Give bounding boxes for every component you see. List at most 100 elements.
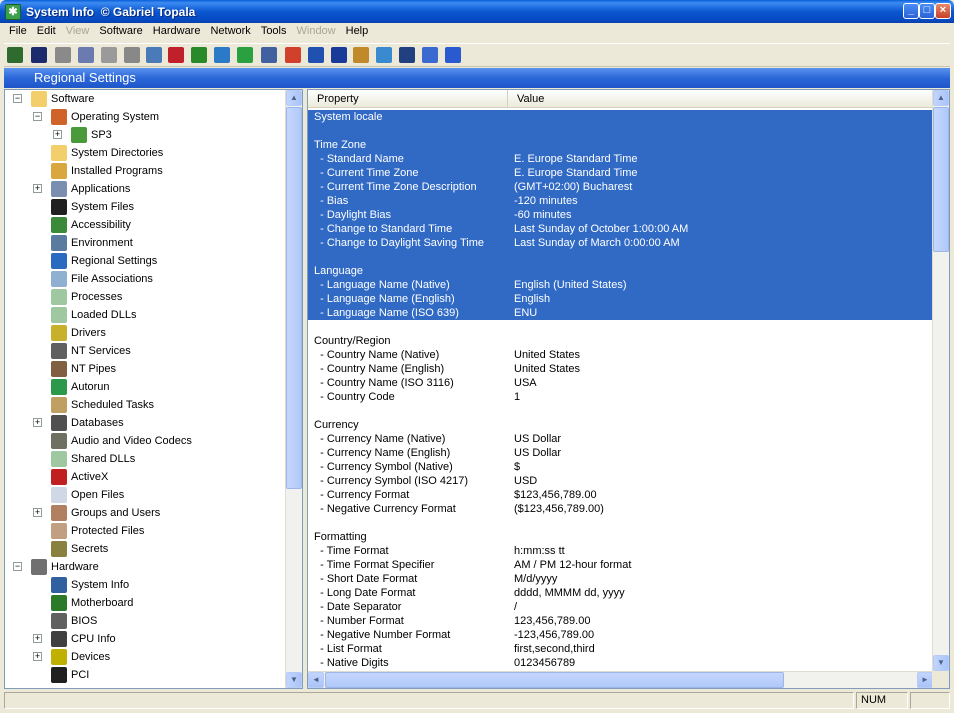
table-row[interactable]: - Current Time Zone E. Europe Standard Ti… [308,166,933,180]
copy-icon[interactable] [78,47,94,63]
minimize-button[interactable]: _ [903,3,919,19]
table-row[interactable]: - List Format first,second,third [308,642,933,656]
expand-icon[interactable]: + [33,634,42,643]
table-row[interactable]: - Current Time Zone Description (GMT+02:0… [308,180,933,194]
globe-icon[interactable] [214,47,230,63]
report-icon[interactable] [146,47,162,63]
table-row[interactable]: - Currency Symbol (ISO 4217) USD [308,474,933,488]
expand-icon[interactable]: + [33,418,42,427]
key-icon[interactable] [422,47,438,63]
tree-item-processes[interactable]: Processes [5,288,285,306]
tree-item-cpu-info[interactable]: + CPU Info [5,630,285,648]
table-row[interactable]: - Bias -120 minutes [308,194,933,208]
collapse-icon[interactable]: − [13,94,22,103]
tree-item-system-files[interactable]: System Files [5,198,285,216]
table-row[interactable]: - Country Code 1 [308,390,933,404]
table-row[interactable]: - Date Separator / [308,600,933,614]
camera-icon[interactable] [399,47,415,63]
shield-icon[interactable] [331,47,347,63]
table-row[interactable]: - Negative Currency Format ($123,456,789.… [308,502,933,516]
menu-window[interactable]: Window [292,23,341,39]
tree-item-activex[interactable]: ActiveX [5,468,285,486]
tree-item-sp3[interactable]: + SP3 [5,126,285,144]
expand-icon[interactable]: + [33,652,42,661]
table-row[interactable]: - Currency Format $123,456,789.00 [308,488,933,502]
scroll-thumb[interactable] [286,107,302,489]
tree-item-shared-dlls[interactable]: Shared DLLs [5,450,285,468]
tree-item-operating-system[interactable]: − Operating System [5,108,285,126]
network-icon[interactable] [308,47,324,63]
tree-item-nt-services[interactable]: NT Services [5,342,285,360]
table-row[interactable] [308,250,933,264]
table-row[interactable] [308,124,933,138]
tree-item-databases[interactable]: + Databases [5,414,285,432]
table-row[interactable]: - Currency Name (English) US Dollar [308,446,933,460]
tree-item-environment[interactable]: Environment [5,234,285,252]
title-bar[interactable]: ✱ System Info © Gabriel Topala _ □ × [0,0,954,23]
table-row[interactable]: - Native Digits 0123456789 [308,656,933,670]
table-row[interactable]: - Number Format 123,456,789.00 [308,614,933,628]
tree-item-groups-and-users[interactable]: + Groups and Users [5,504,285,522]
table-row[interactable]: - Long Date Format dddd, MMMM dd, yyyy [308,586,933,600]
tree-item-protected-files[interactable]: Protected Files [5,522,285,540]
menu-view[interactable]: View [61,23,95,39]
list-vertical-scrollbar[interactable]: ▲ ▼ [932,90,949,671]
table-row[interactable]: Country/Region [308,334,933,348]
tree-item-loaded-dlls[interactable]: Loaded DLLs [5,306,285,324]
tree-item-system-directories[interactable]: System Directories [5,144,285,162]
table-row[interactable]: - Currency Name (Native) US Dollar [308,432,933,446]
column-value[interactable]: Value [508,90,933,108]
remove-icon[interactable] [285,47,301,63]
stop-icon[interactable] [124,47,140,63]
table-row[interactable]: - Language Name (English) English [308,292,933,306]
tree-item-applications[interactable]: + Applications [5,180,285,198]
table-row[interactable]: Time Zone [308,138,933,152]
tree-item-file-associations[interactable]: File Associations [5,270,285,288]
tree-item-bios[interactable]: BIOS [5,612,285,630]
scroll-thumb[interactable] [325,672,784,688]
table-row[interactable]: - Standard Name E. Europe Standard Time [308,152,933,166]
table-row[interactable]: Language [308,264,933,278]
tree-item-open-files[interactable]: Open Files [5,486,285,504]
color-icon[interactable] [168,47,184,63]
table-row[interactable]: - Negative Number Format -123,456,789.00 [308,628,933,642]
table-row[interactable]: - Daylight Bias -60 minutes [308,208,933,222]
table-row[interactable]: Currency [308,418,933,432]
table-row[interactable]: - Change to Standard Time Last Sunday of … [308,222,933,236]
maximize-button[interactable]: □ [919,3,935,19]
paste-icon[interactable] [101,47,117,63]
menu-software[interactable]: Software [94,23,147,39]
menu-tools[interactable]: Tools [256,23,292,39]
menu-file[interactable]: File [4,23,32,39]
menu-edit[interactable]: Edit [32,23,61,39]
help-icon[interactable] [445,47,461,63]
scroll-right-arrow-icon[interactable]: ► [917,672,933,688]
table-row[interactable]: - Country Name (Native) United States [308,348,933,362]
column-property[interactable]: Property [308,90,508,108]
collapse-icon[interactable]: − [33,112,42,121]
cut-icon[interactable] [55,47,71,63]
tree-item-system-info[interactable]: System Info [5,576,285,594]
expand-icon[interactable]: + [33,508,42,517]
tree-item-scheduled-tasks[interactable]: Scheduled Tasks [5,396,285,414]
table-row[interactable]: - Time Format Specifier AM / PM 12-hour f… [308,558,933,572]
table-row[interactable]: - Currency Symbol (Native) $ [308,460,933,474]
scroll-up-arrow-icon[interactable]: ▲ [286,90,302,106]
scroll-down-arrow-icon[interactable]: ▼ [933,655,949,671]
tree-item-accessibility[interactable]: Accessibility [5,216,285,234]
table-row[interactable] [308,404,933,418]
close-button[interactable]: × [935,3,951,19]
table-row[interactable]: - Language Name (Native) English (United … [308,278,933,292]
tree-item-secrets[interactable]: Secrets [5,540,285,558]
table-row[interactable]: Formatting [308,530,933,544]
tree-item-autorun[interactable]: Autorun [5,378,285,396]
table-row[interactable]: - Short Date Format M/d/yyyy [308,572,933,586]
expand-icon[interactable]: + [33,184,42,193]
scroll-up-arrow-icon[interactable]: ▲ [933,90,949,106]
list-horizontal-scrollbar[interactable]: ◄ ► [308,671,933,688]
table-row[interactable]: - Country Name (English) United States [308,362,933,376]
scroll-thumb[interactable] [933,107,949,252]
tree-item-audio-and-video-codecs[interactable]: Audio and Video Codecs [5,432,285,450]
tree-item-installed-programs[interactable]: Installed Programs [5,162,285,180]
table-row[interactable]: - Language Name (ISO 639) ENU [308,306,933,320]
